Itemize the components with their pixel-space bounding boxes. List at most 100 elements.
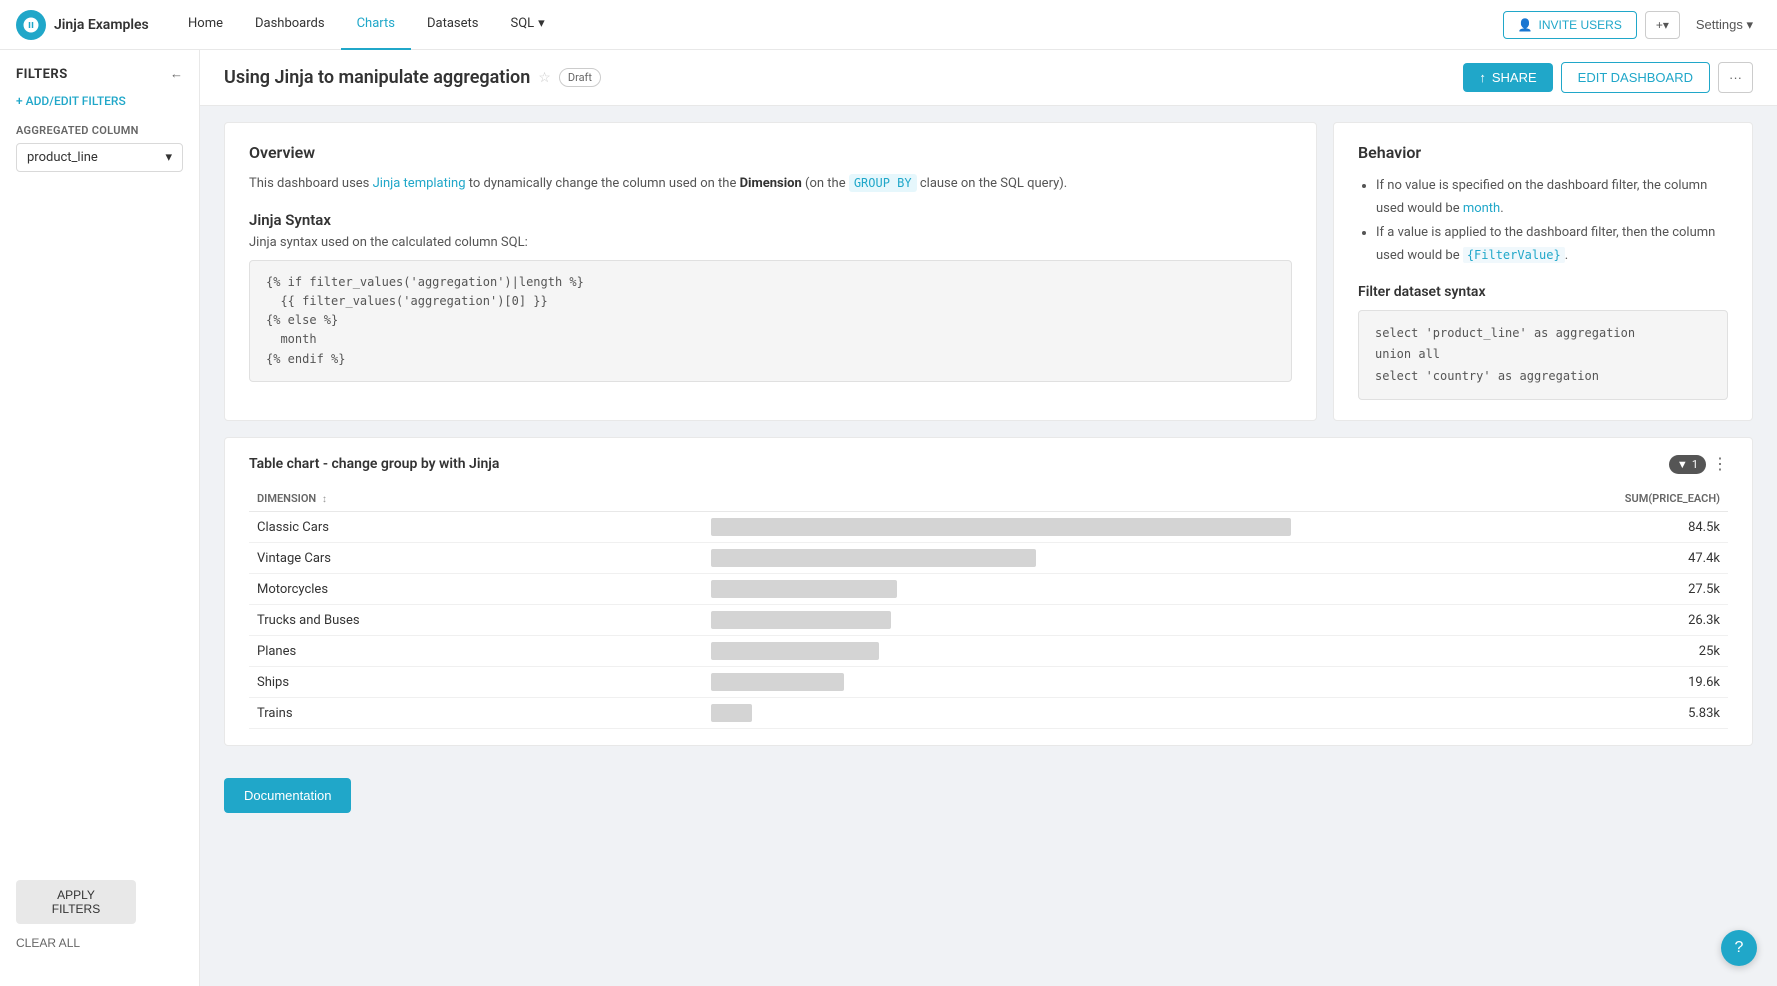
nav-items: Home Dashboards Charts Datasets SQL ▾ bbox=[172, 0, 1503, 50]
cell-label: Motorcycles bbox=[249, 574, 703, 605]
cell-bar bbox=[703, 698, 1303, 729]
bar-visual bbox=[711, 611, 891, 629]
top-navigation: Jinja Examples Home Dashboards Charts Da… bbox=[0, 0, 1777, 50]
cell-bar bbox=[703, 667, 1303, 698]
cell-label: Classic Cars bbox=[249, 512, 703, 543]
bar-visual bbox=[711, 642, 879, 660]
sidebar-header: Filters ← bbox=[16, 66, 183, 82]
cell-label: Trucks and Buses bbox=[249, 605, 703, 636]
docs-area: Documentation bbox=[200, 762, 1777, 829]
logo-area: Jinja Examples bbox=[16, 10, 156, 40]
behavior-title: Behavior bbox=[1358, 143, 1728, 162]
bar-visual bbox=[711, 518, 1291, 536]
top-row: Overview This dashboard uses Jinja templ… bbox=[224, 122, 1753, 421]
cell-label: Vintage Cars bbox=[249, 543, 703, 574]
behavior-item-2: If a value is applied to the dashboard f… bbox=[1376, 221, 1728, 268]
cell-value: 26.3k bbox=[1303, 605, 1728, 636]
person-icon: 👤 bbox=[1518, 18, 1533, 32]
settings-button[interactable]: Settings ▾ bbox=[1688, 11, 1761, 39]
sidebar: Filters ← + ADD/EDIT FILTERS Aggregated … bbox=[0, 50, 200, 986]
jinja-code-block: {% if filter_values('aggregation')|lengt… bbox=[249, 260, 1292, 382]
edit-dashboard-button[interactable]: EDIT DASHBOARD bbox=[1561, 62, 1710, 93]
bar-visual bbox=[711, 580, 897, 598]
jinja-syntax-title: Jinja Syntax bbox=[249, 211, 1292, 229]
clear-all-button[interactable]: CLEAR ALL bbox=[16, 932, 183, 954]
sidebar-bottom: APPLY FILTERS CLEAR ALL bbox=[16, 880, 183, 970]
main-layout: Filters ← + ADD/EDIT FILTERS Aggregated … bbox=[0, 50, 1777, 986]
col-bar bbox=[703, 486, 1303, 512]
behavior-item-1: If no value is specified on the dashboar… bbox=[1376, 174, 1728, 221]
dashboard-header: Using Jinja to manipulate aggregation ☆ … bbox=[200, 50, 1777, 106]
jinja-syntax-subtitle: Jinja syntax used on the calculated colu… bbox=[249, 235, 1292, 250]
cell-value: 84.5k bbox=[1303, 512, 1728, 543]
chart-actions: ▼ 1 ⋮ bbox=[1669, 454, 1728, 474]
table-header: dimension ↕ SUM(price_each) bbox=[249, 486, 1728, 512]
apply-filters-button[interactable]: APPLY FILTERS bbox=[16, 880, 136, 924]
nav-datasets[interactable]: Datasets bbox=[411, 0, 495, 50]
filter-value-code: {FilterValue} bbox=[1463, 247, 1565, 263]
cell-bar bbox=[703, 574, 1303, 605]
star-icon[interactable]: ☆ bbox=[538, 70, 551, 86]
invite-users-button[interactable]: 👤 INVITE USERS bbox=[1503, 11, 1637, 39]
add-button[interactable]: +▾ bbox=[1645, 11, 1680, 39]
documentation-button[interactable]: Documentation bbox=[224, 778, 351, 813]
cell-bar bbox=[703, 512, 1303, 543]
filter-icon: ▼ bbox=[1677, 458, 1688, 471]
dashboard-actions: ↑ SHARE EDIT DASHBOARD ··· bbox=[1463, 62, 1753, 93]
content-area: Using Jinja to manipulate aggregation ☆ … bbox=[200, 50, 1777, 986]
nav-charts[interactable]: Charts bbox=[341, 0, 411, 50]
chevron-down-icon: ▾ bbox=[165, 150, 172, 165]
cell-value: 47.4k bbox=[1303, 543, 1728, 574]
cell-bar bbox=[703, 543, 1303, 574]
cell-value: 19.6k bbox=[1303, 667, 1728, 698]
filter-badge: ▼ 1 bbox=[1669, 455, 1706, 474]
dashboard-title: Using Jinja to manipulate aggregation bbox=[224, 67, 530, 88]
month-link[interactable]: month bbox=[1463, 201, 1500, 216]
cell-value: 25k bbox=[1303, 636, 1728, 667]
aggregated-column-select[interactable]: product_line ▾ bbox=[16, 143, 183, 172]
app-logo[interactable] bbox=[16, 10, 46, 40]
cell-label: Planes bbox=[249, 636, 703, 667]
col-dimension: dimension ↕ bbox=[249, 486, 703, 512]
cell-value: 27.5k bbox=[1303, 574, 1728, 605]
add-edit-filters-link[interactable]: + ADD/EDIT FILTERS bbox=[16, 94, 183, 108]
col-sum: SUM(price_each) bbox=[1303, 486, 1728, 512]
table-row: Ships 19.6k bbox=[249, 667, 1728, 698]
table-row: Motorcycles 27.5k bbox=[249, 574, 1728, 605]
share-icon: ↑ bbox=[1479, 70, 1486, 85]
nav-sql[interactable]: SQL ▾ bbox=[494, 0, 560, 50]
app-name: Jinja Examples bbox=[54, 17, 149, 33]
filter-dataset-code: select 'product_line' as aggregation uni… bbox=[1358, 310, 1728, 401]
bar-visual bbox=[711, 673, 844, 691]
jinja-templating-link[interactable]: Jinja templating bbox=[373, 176, 466, 191]
table-row: Planes 25k bbox=[249, 636, 1728, 667]
nav-dashboards[interactable]: Dashboards bbox=[239, 0, 341, 50]
table-chart-card: Table chart - change group by with Jinja… bbox=[224, 437, 1753, 746]
sql-dropdown-icon: ▾ bbox=[538, 16, 545, 31]
collapse-sidebar-icon[interactable]: ← bbox=[170, 66, 183, 82]
table-body: Classic Cars 84.5k Vintage Cars 47.4k Mo… bbox=[249, 512, 1728, 729]
cell-value: 5.83k bbox=[1303, 698, 1728, 729]
chart-more-button[interactable]: ⋮ bbox=[1712, 454, 1728, 474]
nav-home[interactable]: Home bbox=[172, 0, 239, 50]
aggregated-column-label: Aggregated column bbox=[16, 124, 183, 137]
overview-title: Overview bbox=[249, 143, 1292, 162]
table-row: Vintage Cars 47.4k bbox=[249, 543, 1728, 574]
cell-label: Trains bbox=[249, 698, 703, 729]
table-row: Trains 5.83k bbox=[249, 698, 1728, 729]
cell-bar bbox=[703, 605, 1303, 636]
share-button[interactable]: ↑ SHARE bbox=[1463, 63, 1552, 92]
filter-dataset-title: Filter dataset syntax bbox=[1358, 284, 1728, 300]
data-table: dimension ↕ SUM(price_each) Classic Cars… bbox=[249, 486, 1728, 729]
chart-title: Table chart - change group by with Jinja bbox=[249, 456, 499, 472]
bar-visual bbox=[711, 549, 1036, 567]
filters-title: Filters bbox=[16, 67, 68, 82]
sort-icon[interactable]: ↕ bbox=[322, 494, 327, 505]
help-button[interactable]: ? bbox=[1721, 930, 1757, 966]
more-options-button[interactable]: ··· bbox=[1718, 62, 1753, 93]
draft-badge: Draft bbox=[559, 68, 601, 87]
bar-visual bbox=[711, 704, 752, 722]
behavior-card: Behavior If no value is specified on the… bbox=[1333, 122, 1753, 421]
cell-label: Ships bbox=[249, 667, 703, 698]
dashboard-title-row: Using Jinja to manipulate aggregation ☆ … bbox=[224, 67, 601, 88]
